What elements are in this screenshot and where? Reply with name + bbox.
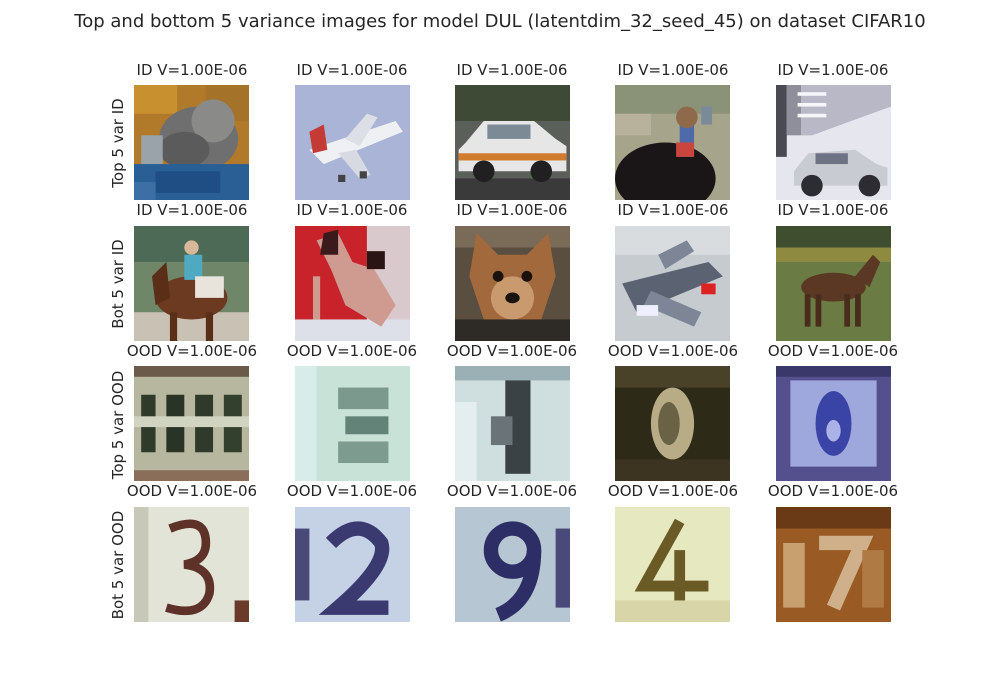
house-number-image <box>615 366 730 481</box>
figure-title: Top and bottom 5 variance images for mod… <box>74 11 926 32</box>
house-number-image <box>134 366 249 481</box>
airplane-image <box>615 226 730 341</box>
house-number-image <box>295 507 410 622</box>
cell-caption: ID V=1.00E-06 <box>136 61 248 79</box>
cell-caption: OOD V=1.00E-06 <box>767 342 899 360</box>
cell-caption: ID V=1.00E-06 <box>456 201 568 219</box>
cell-caption: OOD V=1.00E-06 <box>126 342 258 360</box>
house-number-image <box>776 507 891 622</box>
cell-caption: OOD V=1.00E-06 <box>286 342 418 360</box>
cell-caption: ID V=1.00E-06 <box>136 201 248 219</box>
house-number-image <box>776 366 891 481</box>
cell-caption: OOD V=1.00E-06 <box>607 342 739 360</box>
horse-image <box>776 226 891 341</box>
car-image <box>455 85 570 200</box>
cell-caption: ID V=1.00E-06 <box>617 201 729 219</box>
cell-caption: ID V=1.00E-06 <box>296 61 408 79</box>
cell-caption: ID V=1.00E-06 <box>777 61 889 79</box>
cell-caption: OOD V=1.00E-06 <box>446 342 578 360</box>
cell-caption: ID V=1.00E-06 <box>617 61 729 79</box>
house-number-image <box>455 366 570 481</box>
house-number-image <box>134 507 249 622</box>
dog-image <box>295 226 410 341</box>
bird-image <box>615 85 730 200</box>
cell-caption: ID V=1.00E-06 <box>296 201 408 219</box>
cell-caption: ID V=1.00E-06 <box>456 61 568 79</box>
row-label-bot-id: Bot 5 var ID <box>109 239 127 329</box>
house-number-image <box>455 507 570 622</box>
car-image <box>776 85 891 200</box>
cell-caption: ID V=1.00E-06 <box>777 201 889 219</box>
house-number-image <box>615 507 730 622</box>
dog-image <box>455 226 570 341</box>
row-label-top-ood: Top 5 var OOD <box>109 370 127 480</box>
airplane-image <box>295 85 410 200</box>
row-label-top-id: Top 5 var ID <box>109 98 127 188</box>
horse-rider-image <box>134 226 249 341</box>
cell-caption: OOD V=1.00E-06 <box>126 482 258 500</box>
house-number-image <box>295 366 410 481</box>
cell-caption: OOD V=1.00E-06 <box>767 482 899 500</box>
cat-image <box>134 85 249 200</box>
cell-caption: OOD V=1.00E-06 <box>607 482 739 500</box>
cell-caption: OOD V=1.00E-06 <box>286 482 418 500</box>
cell-caption: OOD V=1.00E-06 <box>446 482 578 500</box>
row-label-bot-ood: Bot 5 var OOD <box>109 510 127 620</box>
